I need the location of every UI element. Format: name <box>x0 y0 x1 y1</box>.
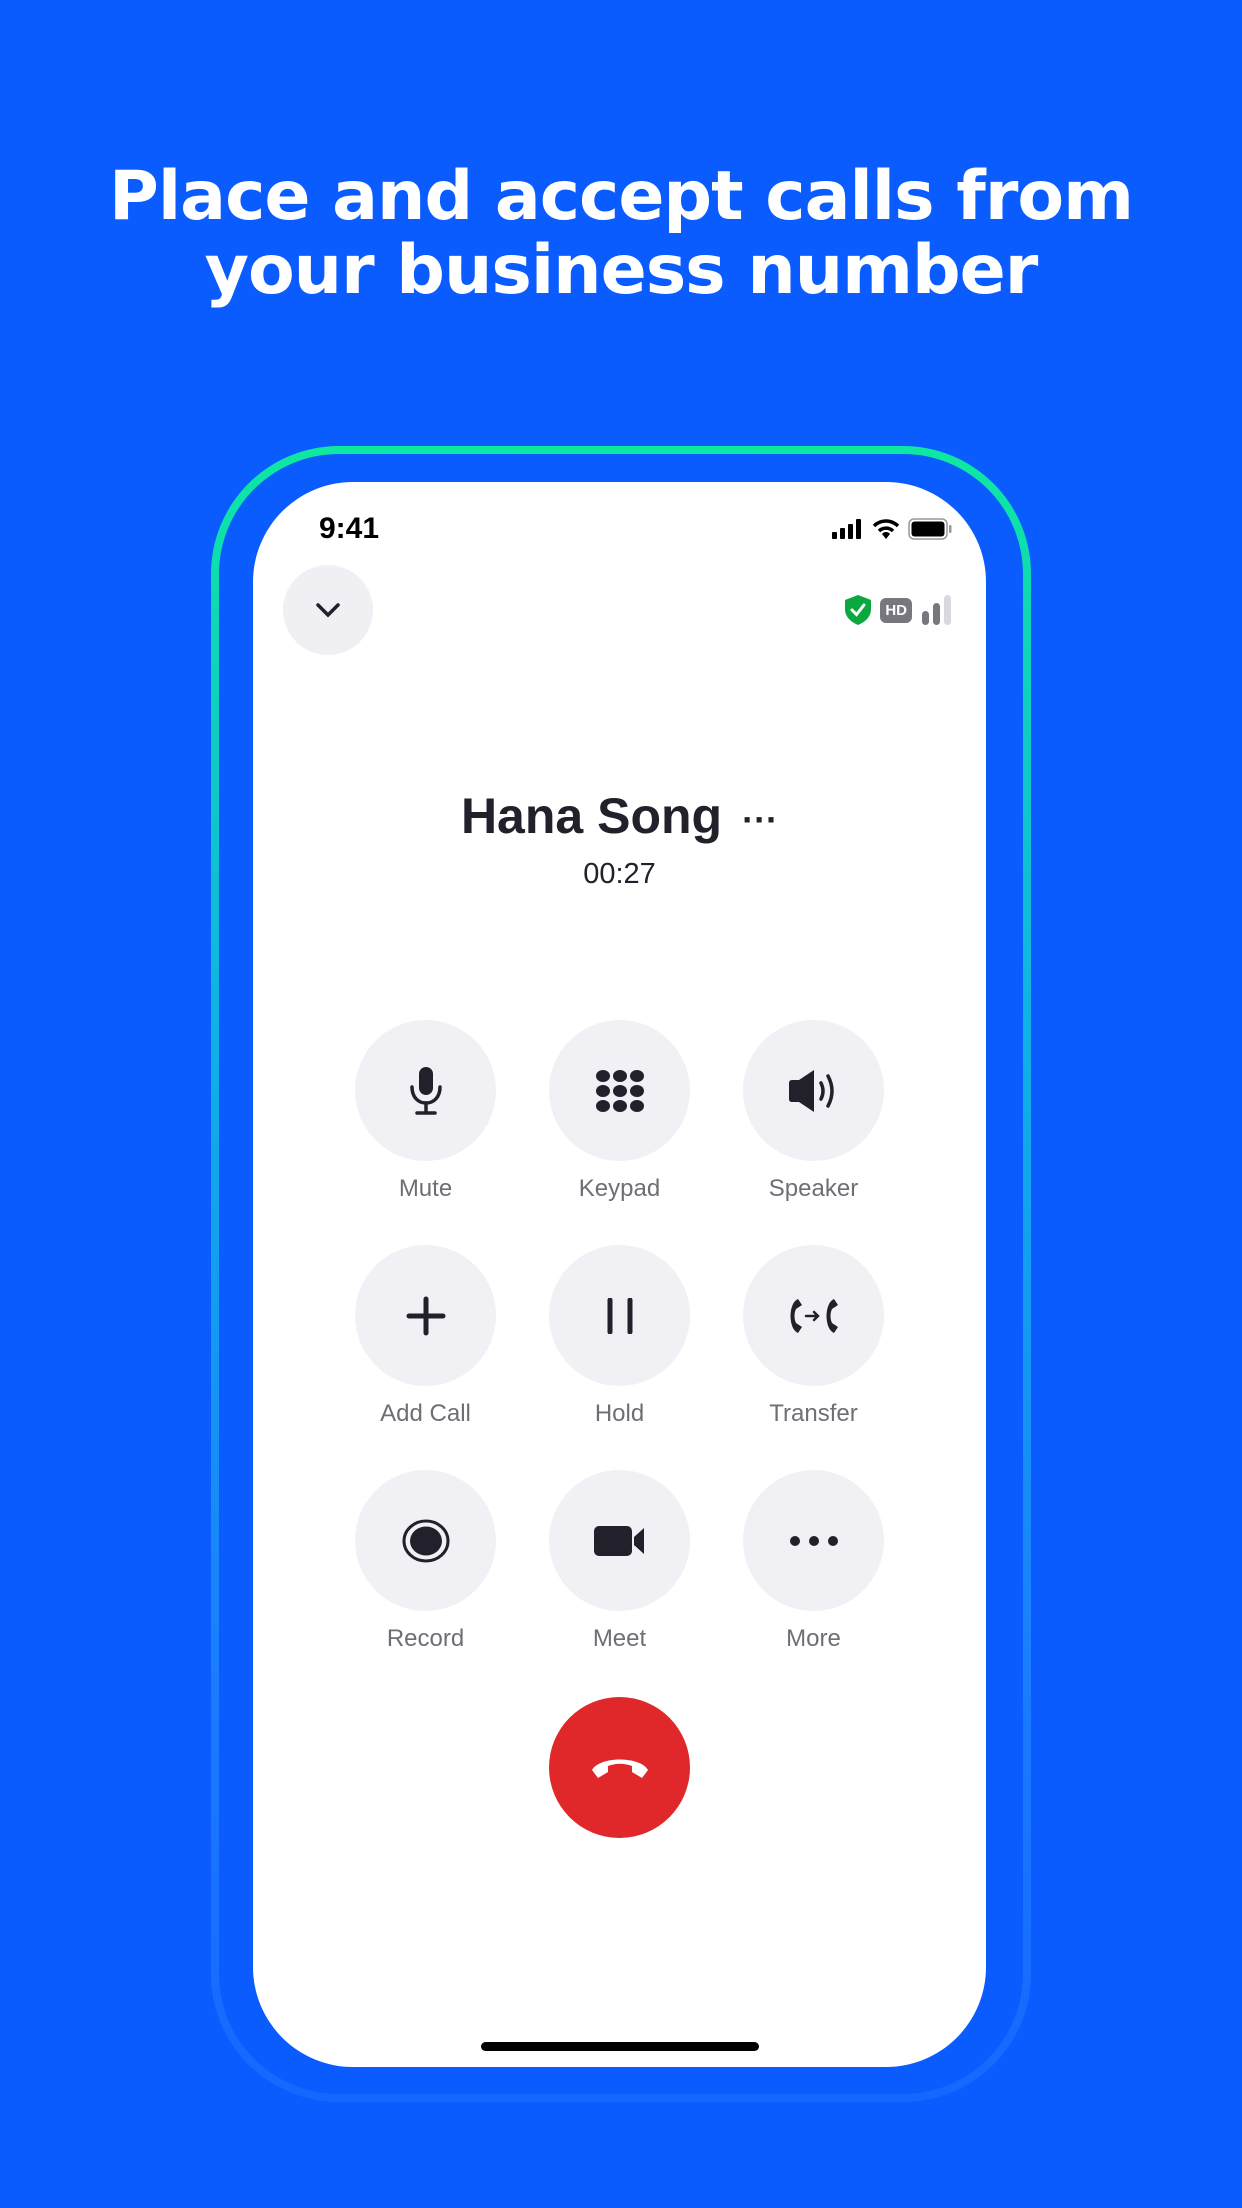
speaker-icon <box>788 1069 834 1112</box>
status-time: 9:41 <box>319 512 380 545</box>
more-icon <box>789 1535 838 1546</box>
contact-options-button[interactable]: ··· <box>742 799 778 840</box>
record-button[interactable]: Record <box>355 1470 496 1651</box>
mute-label: Mute <box>398 1175 453 1202</box>
hang-up-icon <box>591 1759 648 1778</box>
transfer-button[interactable]: Transfer <box>743 1245 884 1426</box>
plus-icon <box>406 1296 445 1335</box>
contact-name: Hana Song <box>460 788 723 844</box>
end-call-button[interactable] <box>549 1697 690 1838</box>
call-controls: Mute Keypad Speaker Add Call Hold Transf… <box>355 1020 884 1651</box>
keypad-icon <box>595 1069 644 1112</box>
add-call-button[interactable]: Add Call <box>355 1245 496 1426</box>
battery-icon <box>908 518 952 540</box>
headline: Place and accept calls from your busines… <box>0 160 1242 308</box>
minimize-button[interactable] <box>283 565 373 655</box>
speaker-button[interactable]: Speaker <box>743 1020 884 1201</box>
transfer-icon <box>790 1298 838 1333</box>
call-quality-indicators: HD <box>844 594 952 626</box>
cellular-signal-icon <box>832 519 861 539</box>
keypad-button[interactable]: Keypad <box>549 1020 690 1201</box>
speaker-label: Speaker <box>768 1175 859 1202</box>
call-duration: 00:27 <box>583 858 656 890</box>
headline-line-1: Place and accept calls from <box>109 157 1134 236</box>
record-label: Record <box>386 1625 465 1652</box>
contact-name-row: Hana Song ··· <box>253 787 986 845</box>
wifi-icon <box>872 519 900 539</box>
meet-label: Meet <box>592 1625 647 1652</box>
add-call-label: Add Call <box>380 1400 471 1427</box>
chevron-down-icon <box>316 603 340 618</box>
meet-button[interactable]: Meet <box>549 1470 690 1651</box>
home-indicator[interactable] <box>481 2042 759 2051</box>
hd-badge: HD <box>880 597 912 623</box>
keypad-label: Keypad <box>578 1175 661 1202</box>
secure-shield-icon <box>845 595 872 625</box>
record-icon <box>402 1519 449 1562</box>
video-camera-icon <box>593 1525 644 1556</box>
more-label: More <box>786 1625 841 1652</box>
hold-label: Hold <box>594 1400 645 1427</box>
headline-line-2: your business number <box>204 231 1039 310</box>
pause-icon <box>607 1297 632 1334</box>
status-icons <box>832 518 952 540</box>
microphone-icon <box>409 1066 442 1115</box>
transfer-label: Transfer <box>769 1400 858 1427</box>
call-signal-icon <box>922 595 951 625</box>
call-screen: 9:41 HD Hana Song ··· 00:27 Mute Keypad S… <box>253 482 986 2067</box>
hold-button[interactable]: Hold <box>549 1245 690 1426</box>
more-button[interactable]: More <box>743 1470 884 1651</box>
mute-button[interactable]: Mute <box>355 1020 496 1201</box>
